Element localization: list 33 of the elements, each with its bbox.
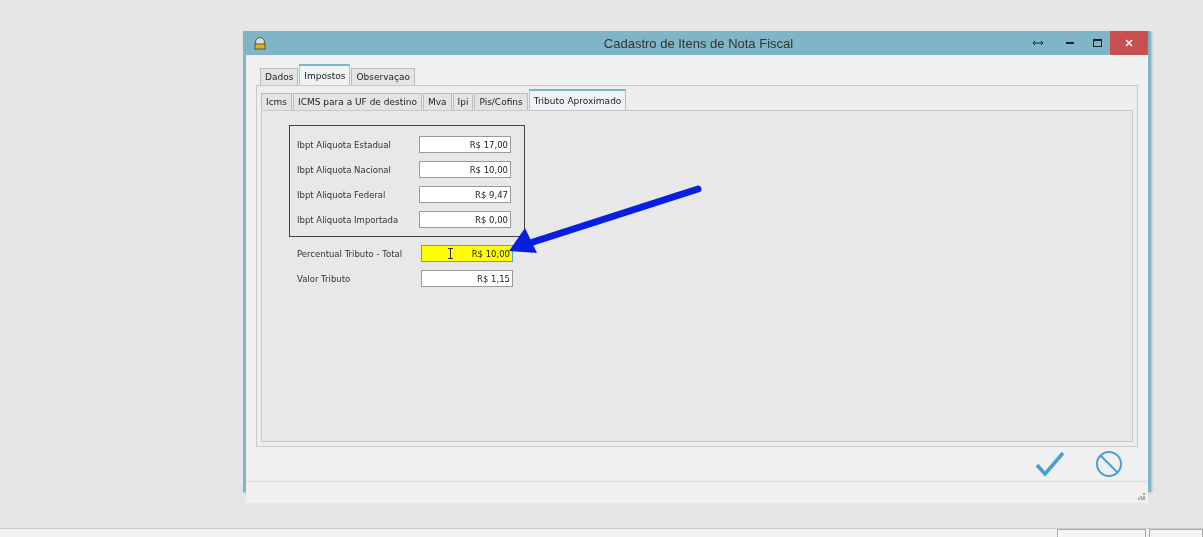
field-label: Ibpt Aliquota Nacional <box>297 164 391 175</box>
text-cursor-icon <box>448 248 453 259</box>
tab[interactable]: Icms <box>261 93 293 110</box>
tab[interactable]: ICMS para a UF de destino <box>293 93 422 110</box>
field-label: Ibpt Aliquota Estadual <box>297 139 391 150</box>
field-label: Ibpt Aliquota Importada <box>297 214 399 225</box>
panel-button[interactable] <box>1057 529 1146 537</box>
text-field[interactable]: R$ 17,00 <box>419 136 511 153</box>
cancel-icon[interactable] <box>1095 450 1123 478</box>
text-field[interactable]: R$ 1,15 <box>421 270 513 287</box>
close-button[interactable] <box>1110 31 1148 55</box>
field-label: Percentual Tributo - Total <box>297 248 403 259</box>
maximize-icon[interactable] <box>1092 39 1102 47</box>
tab[interactable]: Impostos <box>299 64 351 85</box>
text-field[interactable]: R$ 10,00 <box>419 161 511 178</box>
close-icon <box>1125 39 1133 47</box>
check-icon[interactable] <box>1035 451 1065 477</box>
tab[interactable]: Mva <box>422 93 452 110</box>
tab[interactable]: Ipi <box>452 93 474 110</box>
app-icon <box>253 36 267 50</box>
resize-grip-icon[interactable] <box>1138 493 1145 500</box>
tab[interactable]: Tributo Aproximado <box>528 89 627 110</box>
text-field[interactable]: R$ 9,47 <box>419 186 511 203</box>
tab[interactable]: Pis/Cofins <box>474 93 528 110</box>
text-field[interactable]: R$ 10,00 <box>421 245 513 262</box>
tab[interactable]: Observaçao <box>351 68 415 85</box>
field-label: Valor Tributo <box>297 273 351 284</box>
panel-button[interactable] <box>1149 529 1203 537</box>
tab[interactable]: Dados <box>260 68 299 85</box>
resize-icon[interactable] <box>1033 40 1043 46</box>
text-field[interactable]: R$ 0,00 <box>419 211 511 228</box>
field-label: Ibpt Aliquota Federal <box>297 189 386 200</box>
window-title: Cadastro de Itens de Nota Fiscal <box>602 35 795 51</box>
